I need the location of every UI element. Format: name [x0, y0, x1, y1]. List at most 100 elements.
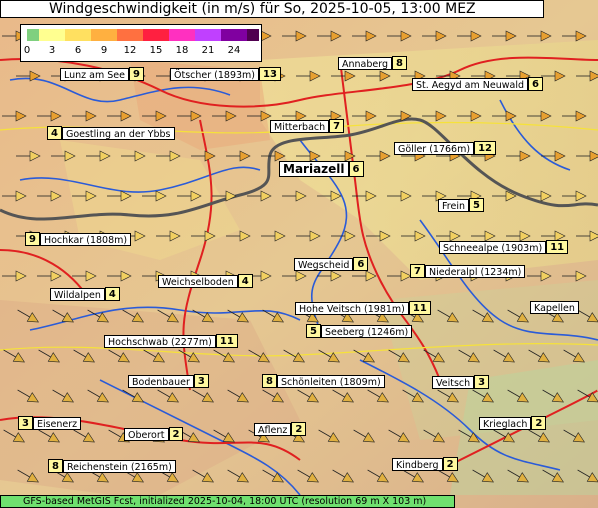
location-name: Ötscher (1893m): [170, 67, 260, 81]
location-name: Wegscheid: [294, 257, 354, 271]
location-name: Schönleiten (1809m): [276, 374, 385, 388]
legend-swatch: [91, 29, 117, 41]
wind-speed-value: 8: [48, 459, 63, 473]
model-info-footer: GFS-based MetGIS Fcst, initialized 2025-…: [0, 495, 455, 508]
location-marker: Oberort 2: [124, 427, 184, 441]
wind-speed-value: 11: [215, 334, 238, 348]
location-name: Bodenbauer: [128, 374, 194, 388]
location-name: Lunz am See: [60, 67, 129, 81]
legend-tick: 18: [175, 45, 189, 56]
location-marker: Wildalpen 4: [50, 287, 120, 301]
legend-tick: 21: [201, 45, 215, 56]
location-marker: Annaberg 8: [338, 56, 407, 70]
legend-tick: 6: [74, 45, 82, 56]
location-marker: 3 Eisenerz: [18, 416, 82, 430]
location-marker: Aflenz 2: [254, 422, 307, 436]
location-name: Oberort: [124, 427, 169, 441]
legend-swatch: [27, 29, 39, 41]
legend-swatch: [247, 29, 259, 41]
legend-tick: 15: [149, 45, 163, 56]
wind-speed-value: 6: [353, 257, 369, 271]
location-name: Göller (1766m): [394, 141, 475, 155]
wind-speed-value: 9: [25, 232, 40, 246]
wind-speed-value: 13: [259, 67, 281, 81]
location-name: Hochschwab (2277m): [104, 334, 216, 348]
location-name: Mariazell: [279, 161, 349, 177]
wind-speed-value: 4: [104, 287, 120, 301]
legend-swatch: [65, 29, 91, 41]
legend-swatch: [169, 29, 195, 41]
wind-speed-value: 8: [392, 56, 407, 70]
wind-speed-value: 2: [531, 416, 547, 430]
location-name: Annaberg: [338, 56, 393, 70]
location-marker: 9 Hochkar (1808m): [25, 232, 132, 246]
wind-speed-value: 6: [528, 77, 543, 91]
location-marker: Schneealpe (1903m) 11: [439, 240, 569, 254]
location-name: Niederalpl (1234m): [424, 264, 526, 278]
location-name: Aflenz: [254, 422, 292, 436]
wind-speed-value: 12: [474, 141, 496, 155]
location-name: Schneealpe (1903m): [439, 240, 547, 254]
location-name: Eisenerz: [32, 416, 82, 430]
location-marker: Hochschwab (2277m) 11: [104, 334, 238, 348]
legend-tick: 12: [123, 45, 137, 56]
location-marker: St. Aegyd am Neuwald 6: [412, 77, 543, 91]
location-name: Kapellen: [530, 300, 579, 314]
legend-swatch: [195, 29, 221, 41]
wind-speed-value: 7: [410, 264, 425, 278]
location-name: St. Aegyd am Neuwald: [412, 77, 529, 91]
location-marker: Kapellen: [530, 300, 579, 314]
legend-tick: 3: [48, 45, 56, 56]
wind-speed-value: 2: [168, 427, 184, 441]
location-marker: Krieglach 2: [479, 416, 547, 430]
location-name: Veitsch: [432, 375, 475, 389]
wind-speed-value: 9: [129, 67, 144, 81]
location-marker: 8 Reichenstein (2165m): [48, 459, 176, 473]
location-name: Weichselboden: [158, 274, 238, 288]
location-marker: Hohe Veitsch (1981m) 11: [295, 301, 431, 315]
legend-swatch: [117, 29, 143, 41]
wind-speed-value: 3: [193, 374, 209, 388]
location-marker: 4 Goestling an der Ybbs: [47, 126, 175, 140]
wind-speed-legend: 0 3 6 9 12 15 18 21 24: [20, 24, 262, 62]
legend-tick: 24: [227, 45, 241, 56]
location-marker: Weichselboden 4: [158, 274, 253, 288]
location-marker: Ötscher (1893m) 13: [170, 67, 281, 81]
legend-swatch: [39, 29, 65, 41]
legend-tick: 9: [100, 45, 108, 56]
location-name: Krieglach: [479, 416, 532, 430]
location-marker: Wegscheid 6: [294, 257, 369, 271]
wind-speed-value: 4: [237, 274, 253, 288]
legend-tick: 0: [23, 45, 31, 56]
wind-speed-value: 2: [442, 457, 458, 471]
location-marker: Veitsch 3: [432, 375, 490, 389]
wind-speed-value: 4: [47, 126, 62, 140]
wind-speed-value: 6: [348, 161, 364, 177]
location-marker: Bodenbauer 3: [128, 374, 209, 388]
location-name: Seeberg (1246m): [320, 324, 413, 338]
location-name: Reichenstein (2165m): [62, 459, 176, 473]
legend-color-bar: [27, 29, 259, 41]
wind-speed-value: 2: [291, 422, 307, 436]
location-marker: Frein 5: [438, 198, 484, 212]
wind-speed-value: 5: [468, 198, 484, 212]
location-name: Wildalpen: [50, 287, 105, 301]
location-name: Hohe Veitsch (1981m): [295, 301, 409, 315]
wind-speed-value: 11: [546, 240, 569, 254]
location-marker: Göller (1766m) 12: [394, 141, 496, 155]
location-marker: 8 Schönleiten (1809m): [262, 374, 385, 388]
location-marker: Lunz am See 9: [60, 67, 144, 81]
location-marker: Kindberg 2: [392, 457, 458, 471]
map-title: Windgeschwindigkeit (in m/s) für So, 202…: [0, 0, 544, 18]
legend-swatch: [143, 29, 169, 41]
location-marker: 7 Niederalpl (1234m): [410, 264, 526, 278]
wind-speed-value: 3: [474, 375, 490, 389]
location-name: Kindberg: [392, 457, 443, 471]
wind-speed-value: 3: [18, 416, 33, 430]
wind-speed-value: 11: [408, 301, 431, 315]
wind-speed-value: 7: [329, 119, 345, 133]
location-marker: 5 Seeberg (1246m): [306, 324, 413, 338]
legend-swatch: [221, 29, 247, 41]
location-name: Goestling an der Ybbs: [61, 126, 175, 140]
location-name: Mitterbach: [270, 119, 330, 133]
